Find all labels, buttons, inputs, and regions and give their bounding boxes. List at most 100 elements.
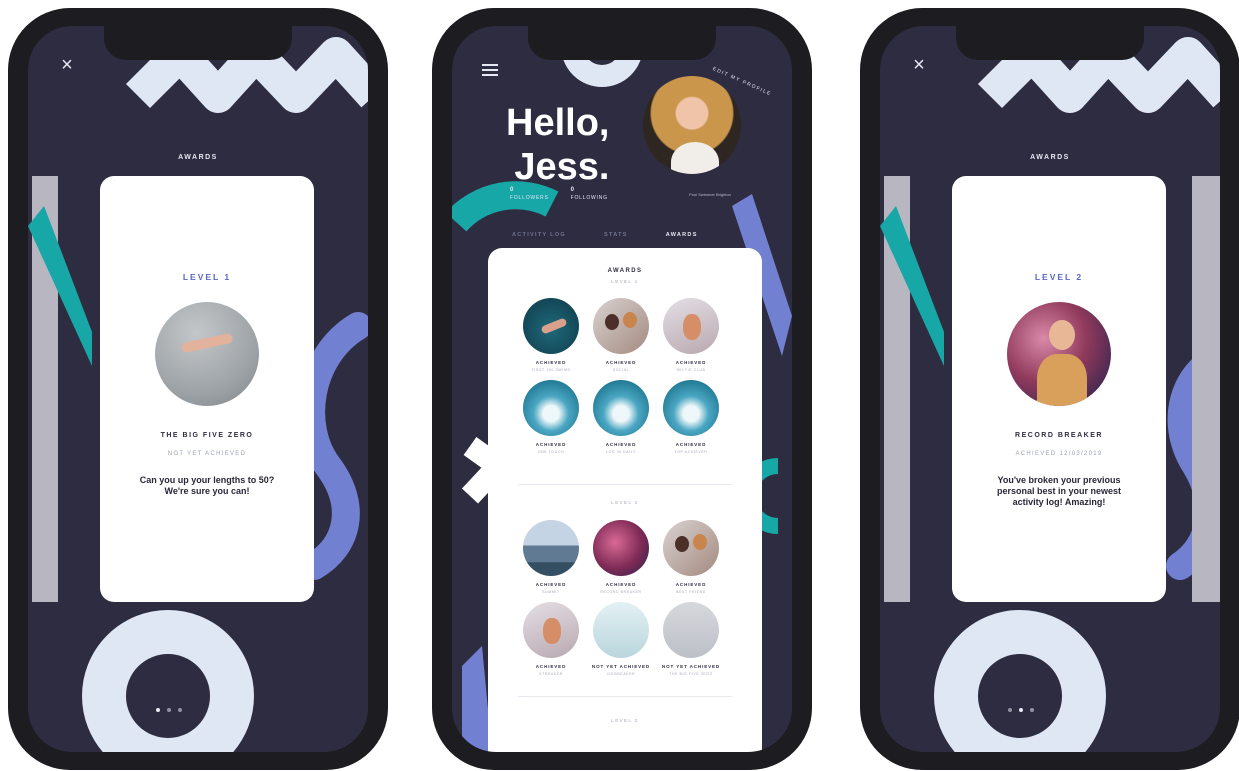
award-item-caption: LOG IN DAILY bbox=[606, 450, 636, 454]
award-thumb bbox=[523, 380, 579, 436]
pager-dot[interactable] bbox=[1030, 708, 1034, 712]
award-detail-screen-level1: × AWARDS LEVEL 1 THE BIG FIVE ZERO NOT Y… bbox=[28, 26, 368, 752]
followers-label: FOLLOWERS bbox=[510, 195, 549, 201]
award-item[interactable]: ACHIEVED BEST FRIEND bbox=[656, 520, 726, 594]
next-card-peek[interactable] bbox=[1192, 176, 1220, 602]
notch bbox=[104, 26, 292, 60]
award-item-name: ACHIEVED bbox=[605, 360, 637, 365]
award-item-caption: THE BIG FIVE ZERO bbox=[669, 672, 713, 676]
award-card: LEVEL 2 RECORD BREAKER ACHIEVED 12/03/20… bbox=[952, 176, 1166, 602]
avatar[interactable] bbox=[640, 73, 744, 177]
award-item-name: ACHIEVED bbox=[535, 442, 567, 447]
award-item-name: ACHIEVED bbox=[675, 442, 707, 447]
award-detail-screen-level2: × AWARDS LEVEL 2 RECORD BREAKER ACHIEVED… bbox=[880, 26, 1220, 752]
section-label-level1: LEVEL 1 bbox=[611, 279, 639, 284]
card-level: LEVEL 1 bbox=[182, 272, 232, 282]
pager-dot[interactable] bbox=[167, 708, 171, 712]
award-thumb bbox=[663, 520, 719, 576]
award-item-name: ACHIEVED bbox=[605, 582, 637, 587]
award-item[interactable]: ACHIEVED SELFIE CLUB bbox=[656, 298, 726, 372]
award-item-caption: SUMMIT bbox=[542, 590, 560, 594]
award-item-name: ACHIEVED bbox=[675, 360, 707, 365]
award-thumb bbox=[663, 602, 719, 658]
award-item-caption: ICEBREAKER bbox=[606, 672, 636, 676]
pager-dot[interactable] bbox=[1008, 708, 1012, 712]
award-status: ACHIEVED 12/03/2019 bbox=[1015, 451, 1103, 457]
award-item-caption: SOCIAL bbox=[612, 368, 630, 372]
award-item[interactable]: ACHIEVED LOG IN DAILY bbox=[586, 380, 656, 454]
award-item-caption: BEST FRIEND bbox=[676, 590, 706, 594]
phone-frame-level1: × AWARDS LEVEL 1 THE BIG FIVE ZERO NOT Y… bbox=[8, 8, 388, 770]
award-item-caption: TOP ACHIEVER bbox=[674, 450, 708, 454]
award-name: THE BIG FIVE ZERO bbox=[160, 432, 254, 439]
award-item[interactable]: ACHIEVED RECORD BREAKER bbox=[586, 520, 656, 594]
notch bbox=[956, 26, 1144, 60]
award-item[interactable]: ACHIEVED TOP ACHIEVER bbox=[656, 380, 726, 454]
award-thumb bbox=[523, 298, 579, 354]
award-grid-level2: ACHIEVED SUMMIT ACHIEVED RECORD BREAKER AC… bbox=[516, 520, 726, 676]
pager-dot[interactable] bbox=[1019, 708, 1023, 712]
award-thumb bbox=[593, 602, 649, 658]
followers-count: 0 bbox=[510, 187, 515, 193]
award-thumb bbox=[593, 520, 649, 576]
profile-bio: Pool Swimmer Brighton bbox=[689, 192, 731, 197]
award-thumb bbox=[593, 298, 649, 354]
pager-dots[interactable] bbox=[1008, 708, 1034, 712]
following-count: 0 bbox=[570, 187, 575, 193]
notch bbox=[528, 26, 716, 60]
award-item-name: ACHIEVED bbox=[605, 442, 637, 447]
award-item[interactable]: NOT YET ACHIEVED THE BIG FIVE ZERO bbox=[656, 602, 726, 676]
screen-title: AWARDS bbox=[1030, 154, 1070, 161]
award-item-caption: SELFIE CLUB bbox=[676, 368, 706, 372]
award-item[interactable]: ACHIEVED ONE TOUCH bbox=[516, 380, 586, 454]
award-description: You've broken your previous personal bes… bbox=[996, 475, 1122, 507]
award-photo bbox=[155, 302, 259, 406]
award-item[interactable]: NOT YET ACHIEVED ICEBREAKER bbox=[586, 602, 656, 676]
award-name: RECORD BREAKER bbox=[1015, 432, 1103, 439]
profile-screen: Hello, Jess. EDIT MY PROFILE 0 FOLLOWERS… bbox=[452, 26, 792, 752]
award-status: NOT YET ACHIEVED bbox=[167, 451, 247, 457]
greeting-line2: Jess. bbox=[514, 146, 610, 188]
award-photo bbox=[1007, 302, 1111, 406]
award-item-caption: FIRST 100 SWIMS bbox=[531, 368, 571, 372]
screen-title: AWARDS bbox=[178, 154, 218, 161]
tab-activity-log[interactable]: ACTIVITY LOG bbox=[512, 232, 566, 238]
award-thumb bbox=[663, 380, 719, 436]
award-item-name: ACHIEVED bbox=[675, 582, 707, 587]
pager-dot[interactable] bbox=[178, 708, 182, 712]
award-item-name: ACHIEVED bbox=[535, 664, 567, 669]
award-item[interactable]: ACHIEVED FIRST 100 SWIMS bbox=[516, 298, 586, 372]
award-thumb bbox=[523, 520, 579, 576]
section-divider bbox=[518, 484, 732, 485]
section-label-level2: LEVEL 2 bbox=[611, 500, 639, 505]
award-description: Can you up your lengths to 50? We're sur… bbox=[139, 475, 275, 496]
award-item-name: NOT YET ACHIEVED bbox=[661, 664, 721, 669]
award-card: LEVEL 1 THE BIG FIVE ZERO NOT YET ACHIEV… bbox=[100, 176, 314, 602]
award-thumb bbox=[663, 298, 719, 354]
award-grid-level1: ACHIEVED FIRST 100 SWIMS ACHIEVED SOCIAL A… bbox=[516, 298, 726, 454]
award-item[interactable]: ACHIEVED SUMMIT bbox=[516, 520, 586, 594]
card-level: LEVEL 2 bbox=[1034, 272, 1084, 282]
award-item[interactable]: ACHIEVED STREAKER bbox=[516, 602, 586, 676]
award-item-name: ACHIEVED bbox=[535, 360, 567, 365]
menu-icon[interactable] bbox=[482, 64, 498, 76]
greeting: Hello, Jess. bbox=[506, 101, 609, 189]
close-icon[interactable]: × bbox=[56, 54, 78, 76]
award-item[interactable]: ACHIEVED SOCIAL bbox=[586, 298, 656, 372]
tab-stats[interactable]: STATS bbox=[604, 232, 628, 238]
profile-stats: 0 FOLLOWERS 0 FOLLOWING bbox=[510, 186, 608, 202]
award-thumb bbox=[593, 380, 649, 436]
followers-stat[interactable]: 0 FOLLOWERS bbox=[510, 186, 549, 202]
award-item-name: ACHIEVED bbox=[535, 582, 567, 587]
pager-dot[interactable] bbox=[156, 708, 160, 712]
award-thumb bbox=[523, 602, 579, 658]
phone-frame-level2: × AWARDS LEVEL 2 RECORD BREAKER ACHIEVED… bbox=[860, 8, 1239, 770]
section-label-level3: LEVEL 3 bbox=[611, 718, 639, 723]
award-item-caption: ONE TOUCH bbox=[537, 450, 565, 454]
phone-frame-profile: Hello, Jess. EDIT MY PROFILE 0 FOLLOWERS… bbox=[432, 8, 812, 770]
pager-dots[interactable] bbox=[156, 708, 182, 712]
following-label: FOLLOWING bbox=[570, 195, 608, 201]
tab-awards[interactable]: AWARDS bbox=[666, 232, 698, 238]
close-icon[interactable]: × bbox=[908, 54, 930, 76]
following-stat[interactable]: 0 FOLLOWING bbox=[571, 186, 608, 202]
